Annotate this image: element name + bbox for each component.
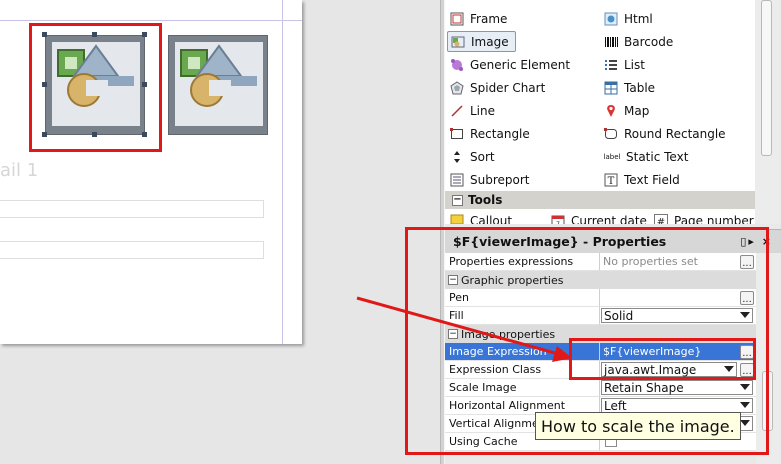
annotation-arrow (356, 296, 572, 362)
scale-image-tooltip: How to scale the image. (535, 412, 741, 440)
